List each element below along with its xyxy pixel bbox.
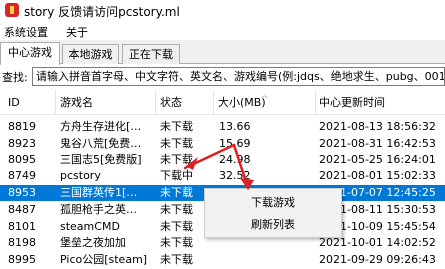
context-menu-refresh-list[interactable]: 刷新列表	[205, 215, 341, 235]
tab-center-games[interactable]: 中心游戏	[0, 42, 60, 65]
cell-id: 8819	[8, 120, 36, 133]
cell-id: 8095	[8, 153, 36, 166]
cell-status: 下载中	[160, 169, 193, 182]
cell-id: 8923	[8, 137, 36, 150]
cell-status: 未下载	[160, 153, 193, 166]
sort-ascending-icon: ︿	[261, 91, 268, 99]
cell-id: 8101	[8, 220, 36, 233]
cell-updated: 2021-08-01 15:02:33	[319, 169, 436, 182]
context-menu-download-game[interactable]: 下载游戏	[205, 193, 341, 213]
menu-about[interactable]: 关于	[66, 24, 88, 40]
cell-updated: 2021-08-31 16:42:53	[319, 137, 436, 150]
tab-local-games[interactable]: 本地游戏	[62, 44, 119, 64]
game-list: ID 游戏名 状态 ︿ 大小(MB) 中心更新时间 8819 方舟生存进化[… …	[0, 90, 445, 269]
cell-size: 15.69	[219, 137, 251, 150]
menu-bar: 系统设置 关于	[0, 22, 445, 40]
cell-size	[217, 252, 314, 268]
cell-id: 8749	[8, 169, 36, 182]
cell-name: 孤胆枪手之英…	[60, 203, 137, 216]
cell-name: Pico公园[steam]	[60, 253, 148, 266]
tab-downloading[interactable]: 正在下载	[122, 44, 180, 64]
cell-size: 24.98	[219, 153, 251, 166]
cell-name: 三国志5[免费版]	[60, 153, 142, 166]
column-header-status[interactable]: 状态	[156, 90, 214, 115]
column-header-id[interactable]: ID	[0, 90, 56, 115]
app-logo-icon	[5, 3, 19, 17]
window-title: story 反馈请访问pcstory.ml	[24, 5, 180, 19]
cell-updated: 2021-05-25 16:24:01	[319, 153, 436, 166]
column-header-updated[interactable]: 中心更新时间	[316, 90, 445, 115]
cell-size: 13.66	[219, 120, 251, 133]
cell-status: 未下载	[160, 137, 193, 150]
search-label: 查找:	[2, 71, 28, 84]
cell-name: pcstory	[60, 169, 101, 182]
table-row[interactable]: 8995 Pico公园[steam] 未下载 2021-09-29 09:26:…	[0, 252, 445, 268]
cell-updated: 2021-08-13 18:56:32	[319, 120, 436, 133]
table-row[interactable]: 8095 三国志5[免费版] 未下载 24.98 2021-05-25 16:2…	[0, 152, 445, 168]
cell-size: 32.52	[219, 169, 251, 182]
cell-id: 8487	[8, 203, 36, 216]
title-bar: story 反馈请访问pcstory.ml	[0, 0, 445, 22]
cell-name: 鬼谷八荒[免费…	[60, 137, 142, 150]
cell-status: 未下载	[160, 253, 193, 266]
cell-name: steamCMD	[60, 220, 120, 233]
table-row[interactable]: 8819 方舟生存进化[… 未下载 13.66 2021-08-13 18:56…	[0, 119, 445, 135]
cell-id: 8995	[8, 253, 36, 266]
cell-name: 堡垒之夜加加	[60, 236, 126, 249]
menu-system-settings[interactable]: 系统设置	[4, 24, 48, 40]
column-header-name[interactable]: 游戏名	[56, 90, 156, 115]
cell-name: 三国群英传1[…	[60, 186, 138, 199]
table-row[interactable]: 8749 pcstory 下载中 32.52 2021-08-01 15:02:…	[0, 168, 445, 184]
search-input[interactable]	[32, 67, 445, 86]
cell-status: 未下载	[160, 120, 193, 133]
cell-updated: 2021-09-29 09:26:43	[319, 253, 436, 266]
tab-strip: 中心游戏 本地游戏 正在下载	[0, 42, 445, 65]
cell-id: 8953	[8, 186, 36, 199]
cell-id: 8198	[8, 236, 36, 249]
list-header: ID 游戏名 状态 ︿ 大小(MB) 中心更新时间	[0, 90, 445, 115]
column-header-size[interactable]: ︿ 大小(MB)	[214, 90, 316, 115]
table-row[interactable]: 8923 鬼谷八荒[免费… 未下载 15.69 2021-08-31 16:42…	[0, 136, 445, 152]
context-menu: 下载游戏 刷新列表	[204, 188, 342, 238]
cell-name: 方舟生存进化[…	[60, 120, 142, 133]
